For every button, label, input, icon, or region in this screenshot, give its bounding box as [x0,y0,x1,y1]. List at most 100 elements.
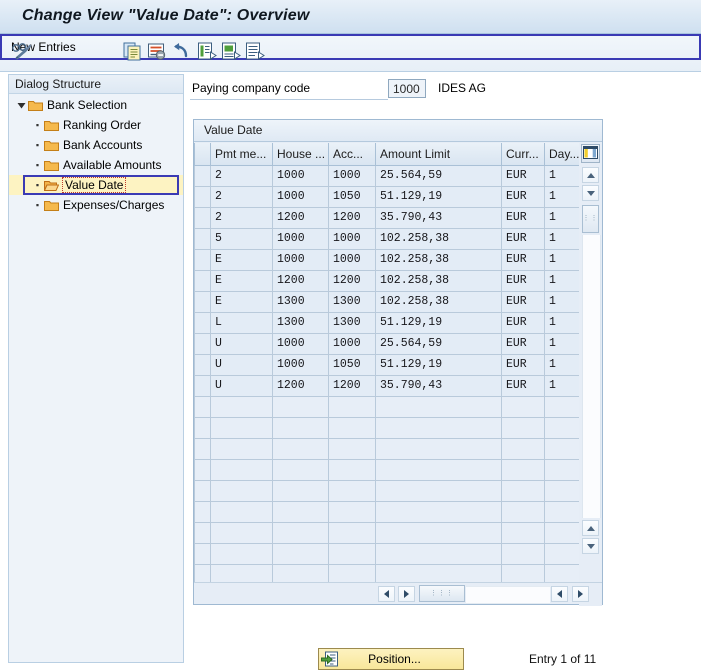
cell-empty[interactable] [210,563,273,583]
cell-amt[interactable]: 102.258,38 [375,227,502,250]
row-select-button[interactable] [194,500,211,523]
cell-empty[interactable] [272,395,329,418]
table-row-empty[interactable] [194,437,580,460]
table-row[interactable]: U 1000 1000 25.564,59 EUR 1 [194,332,580,355]
cell-pmt[interactable]: E [210,269,273,292]
table-row[interactable]: E 1200 1200 102.258,38 EUR 1 [194,269,580,292]
cell-curr[interactable]: EUR [501,374,545,397]
cell-amt[interactable]: 51.129,19 [375,185,502,208]
select-all-rows-header[interactable] [194,143,211,166]
sidebar-item-available-amounts[interactable]: ▪ Available Amounts [9,155,183,175]
horizontal-scrollbar-thumb[interactable]: ⋮⋮⋮ [419,585,465,602]
cell-empty[interactable] [544,437,580,460]
cell-empty[interactable] [501,395,545,418]
cell-empty[interactable] [544,500,580,523]
cell-day[interactable]: 1 [544,269,580,292]
select-block-button[interactable] [220,40,244,64]
row-select-button[interactable] [194,437,211,460]
cell-empty[interactable] [375,458,502,481]
cell-curr[interactable]: EUR [501,311,545,334]
row-select-button[interactable] [194,248,211,271]
cell-acc[interactable]: 1300 [328,290,376,313]
cell-day[interactable]: 1 [544,311,580,334]
undo-button[interactable] [170,40,194,64]
cell-day[interactable]: 1 [544,227,580,250]
new-entries-button[interactable]: New Entries [0,34,701,60]
cell-curr[interactable]: EUR [501,332,545,355]
row-select-button[interactable] [194,332,211,355]
row-select-button[interactable] [194,353,211,376]
row-select-button[interactable] [194,311,211,334]
table-row[interactable]: U 1200 1200 35.790,43 EUR 1 [194,374,580,397]
cell-empty[interactable] [272,416,329,439]
cell-pmt[interactable]: 5 [210,227,273,250]
row-select-button[interactable] [194,563,211,583]
sidebar-item-expenses-charges[interactable]: ▪ Expenses/Charges [9,195,183,215]
cell-empty[interactable] [272,521,329,544]
cell-acc[interactable]: 1000 [328,164,376,187]
cell-acc[interactable]: 1200 [328,269,376,292]
vertical-scrollbar-track[interactable] [582,235,601,518]
cell-empty[interactable] [544,542,580,565]
cell-acc[interactable]: 1200 [328,374,376,397]
cell-empty[interactable] [375,563,502,583]
cell-day[interactable]: 1 [544,374,580,397]
cell-day[interactable]: 1 [544,164,580,187]
cell-curr[interactable]: EUR [501,248,545,271]
scroll-page-up-button[interactable] [582,520,599,536]
cell-house[interactable]: 1000 [272,248,329,271]
cell-day[interactable]: 1 [544,206,580,229]
paying-company-code-input[interactable] [388,79,426,98]
cell-empty[interactable] [272,437,329,460]
cell-empty[interactable] [375,395,502,418]
row-select-button[interactable] [194,416,211,439]
cell-house[interactable]: 1200 [272,374,329,397]
cell-empty[interactable] [210,479,273,502]
cell-house[interactable]: 1000 [272,332,329,355]
cell-empty[interactable] [375,542,502,565]
expand-collapse-toggle-icon[interactable] [15,101,28,110]
cell-curr[interactable]: EUR [501,269,545,292]
row-select-button[interactable] [194,185,211,208]
cell-amt[interactable]: 102.258,38 [375,248,502,271]
row-select-button[interactable] [194,227,211,250]
cell-empty[interactable] [501,479,545,502]
cell-empty[interactable] [328,479,376,502]
row-select-button[interactable] [194,542,211,565]
cell-empty[interactable] [501,521,545,544]
cell-day[interactable]: 1 [544,185,580,208]
cell-empty[interactable] [544,458,580,481]
cell-pmt[interactable]: U [210,353,273,376]
cell-acc[interactable]: 1000 [328,332,376,355]
table-row-empty[interactable] [194,563,580,583]
cell-pmt[interactable]: L [210,311,273,334]
column-header-currency[interactable]: Curr... [501,143,545,166]
cell-empty[interactable] [210,458,273,481]
cell-empty[interactable] [272,563,329,583]
cell-pmt[interactable]: U [210,374,273,397]
cell-empty[interactable] [272,458,329,481]
cell-empty[interactable] [375,437,502,460]
row-select-button[interactable] [194,374,211,397]
cell-empty[interactable] [328,416,376,439]
row-select-button[interactable] [194,290,211,313]
cell-amt[interactable]: 102.258,38 [375,269,502,292]
cell-empty[interactable] [210,542,273,565]
row-select-button[interactable] [194,479,211,502]
cell-empty[interactable] [375,500,502,523]
cell-amt[interactable]: 35.790,43 [375,206,502,229]
cell-empty[interactable] [544,521,580,544]
scroll-right-button[interactable] [398,586,415,602]
position-button[interactable]: Position... [318,648,464,670]
cell-empty[interactable] [210,395,273,418]
column-header-amount-limit[interactable]: Amount Limit [375,143,502,166]
horizontal-scrollbar-track[interactable] [466,586,550,604]
sidebar-item-value-date[interactable]: ▪ Value Date [9,175,183,195]
table-row-empty[interactable] [194,416,580,439]
cell-house[interactable]: 1200 [272,206,329,229]
cell-empty[interactable] [501,563,545,583]
cell-day[interactable]: 1 [544,248,580,271]
cell-empty[interactable] [501,458,545,481]
cell-empty[interactable] [501,416,545,439]
cell-amt[interactable]: 25.564,59 [375,332,502,355]
